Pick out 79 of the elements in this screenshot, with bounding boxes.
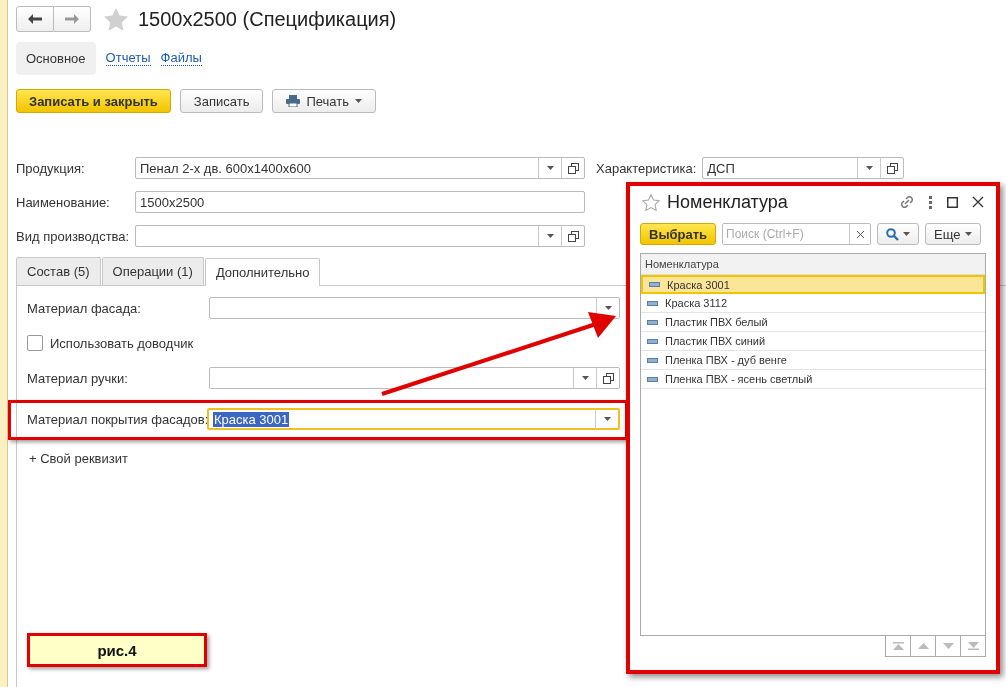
right-arrow-icon [65, 14, 79, 24]
caret-icon [546, 234, 554, 238]
section-tab[interactable]: Основное [16, 42, 96, 75]
field-label: Материал ручки: [27, 370, 129, 386]
down-icon [942, 643, 954, 649]
section-tab[interactable]: Отчеты [105, 51, 151, 66]
last-button[interactable] [961, 636, 986, 657]
input-field[interactable]: ДСП [702, 157, 905, 179]
table-row[interactable]: Пленка ПВХ - дуб венге [641, 351, 985, 370]
tab[interactable]: Операции (1) [101, 257, 204, 285]
popup-title: Номенклатура [667, 191, 788, 213]
printer-icon [286, 95, 301, 107]
select-button[interactable]: Выбрать [640, 223, 717, 245]
item-icon [647, 376, 658, 382]
caret-icon [903, 232, 911, 236]
more-icon[interactable] [929, 195, 933, 209]
last-icon [967, 642, 979, 650]
field-label: Продукция: [16, 160, 86, 176]
field-label: Наименование: [16, 194, 111, 210]
maximize-icon[interactable] [947, 196, 958, 208]
checkbox-label: Использовать доводчик [50, 335, 194, 351]
caret-icon [355, 99, 362, 103]
field-label: Характеристика: [596, 160, 697, 176]
checkbox[interactable] [27, 335, 43, 351]
search-button[interactable] [877, 223, 920, 245]
window-title: 1500x2500 (Спецификация) [138, 7, 397, 31]
down-button[interactable] [936, 636, 961, 657]
item-icon [647, 300, 658, 306]
table-row[interactable]: Пленка ПВХ - ясень светлый [641, 370, 985, 389]
item-icon [647, 357, 658, 363]
table-row[interactable]: Краска 3001 [641, 275, 985, 294]
print-button[interactable]: Печать [272, 89, 376, 113]
first-button[interactable] [885, 636, 911, 657]
star-icon[interactable] [104, 7, 128, 31]
back-button[interactable] [16, 6, 54, 32]
figure-caption: рис.4 [27, 633, 207, 667]
input-field[interactable]: 1500x2500 [135, 191, 585, 213]
caret-icon [865, 166, 873, 170]
tab[interactable]: Состав (5) [16, 257, 101, 285]
section-tab[interactable]: Файлы [160, 51, 202, 66]
left-arrow-icon [28, 14, 42, 24]
open-icon [567, 230, 579, 242]
search-icon [886, 227, 900, 241]
add-attribute-link[interactable]: + Свой реквизит [29, 451, 128, 466]
item-icon [647, 319, 658, 325]
close-icon [856, 230, 864, 238]
table-row[interactable]: Пластик ПВХ синий [641, 332, 985, 351]
first-icon [892, 642, 904, 650]
open-icon [886, 162, 898, 174]
caret-icon [581, 376, 589, 380]
save-button[interactable]: Записать [179, 89, 264, 113]
caret-icon [604, 306, 612, 310]
table-row[interactable]: Краска 3112 [641, 294, 985, 313]
tab[interactable]: Дополнительно [204, 258, 321, 286]
input-field[interactable]: Пенал 2-х дв. 600x1400x600 [135, 157, 585, 179]
link-icon[interactable] [899, 194, 915, 210]
more-button[interactable]: Еще [925, 223, 981, 245]
open-icon [602, 372, 614, 384]
caret-icon [546, 166, 554, 170]
input-field[interactable] [209, 367, 620, 389]
search-field[interactable]: Поиск (Ctrl+F) [722, 223, 872, 245]
field-label: Материал покрытия фасадов: [27, 411, 207, 427]
save-and-close-button[interactable]: Записать и закрыть [16, 89, 171, 113]
item-icon [647, 338, 658, 344]
input-field[interactable] [135, 225, 585, 247]
item-icon [649, 282, 660, 287]
up-button[interactable] [911, 636, 936, 657]
caret-icon [964, 232, 972, 236]
caret-icon [603, 417, 611, 421]
up-icon [917, 643, 929, 649]
field-label: Материал фасада: [27, 300, 142, 316]
close-icon[interactable] [972, 196, 984, 208]
star-icon[interactable] [642, 193, 660, 211]
input-field[interactable]: Краска 3001 [207, 408, 620, 430]
field-label: Вид производства: [16, 228, 131, 244]
table-row[interactable]: Пластик ПВХ белый [641, 313, 985, 332]
input-field[interactable] [209, 297, 620, 319]
column-header: Номенклатура [641, 254, 985, 275]
open-icon [567, 162, 579, 174]
